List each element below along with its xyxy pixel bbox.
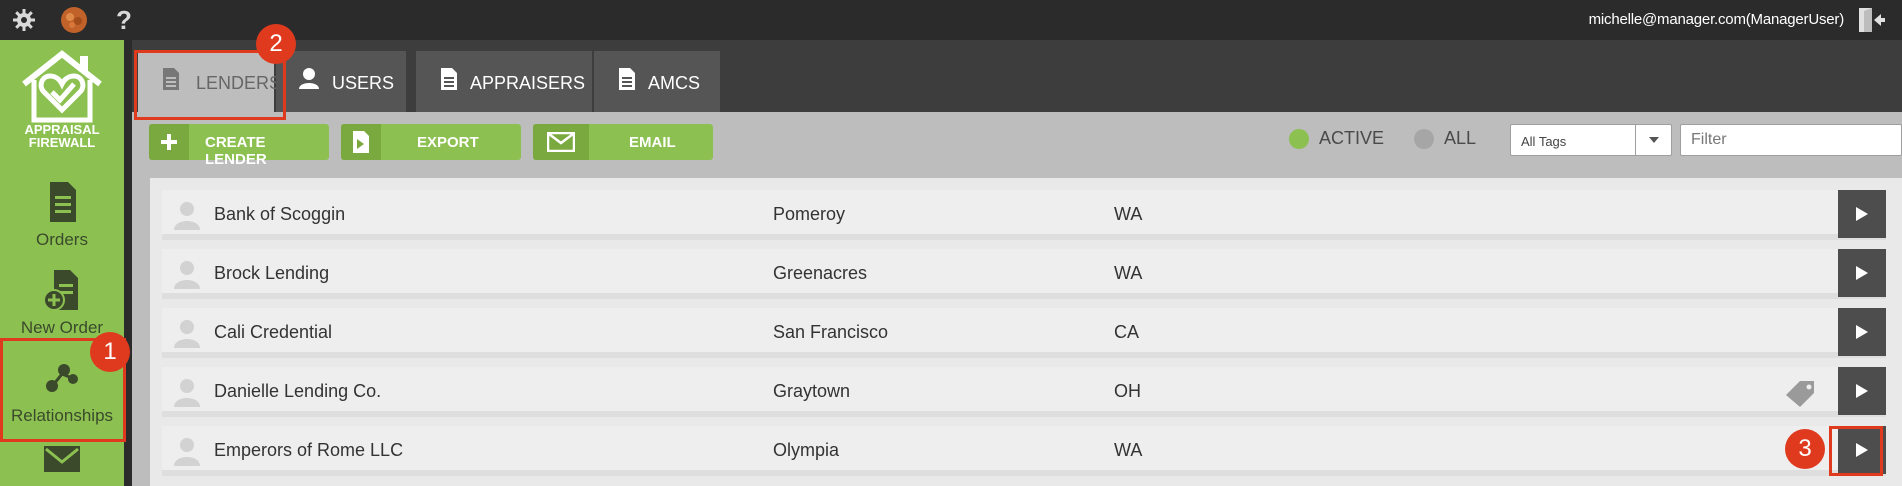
table-row[interactable]: Danielle Lending Co. Graytown OH [162,367,1886,417]
tab-amcs[interactable]: AMCS [594,51,720,112]
play-arrow-icon [1856,325,1868,339]
person-icon [174,438,200,466]
open-button[interactable] [1838,249,1886,297]
play-arrow-icon [1856,266,1868,280]
sidebar-item-new-order[interactable]: New Order [0,258,124,344]
lender-city: Graytown [773,381,851,401]
open-button[interactable] [1838,190,1886,238]
lender-city: Greenacres [773,263,868,283]
lender-name: Brock Lending [214,263,330,283]
create-lender-label: CREATE LENDER [205,134,267,168]
chevron-down-icon[interactable] [1635,125,1671,155]
gear-icon[interactable] [10,6,38,34]
lender-state: WA [1114,440,1143,460]
filter-input[interactable] [1680,124,1902,156]
open-button[interactable] [1838,367,1886,415]
export-label: EXPORT [417,134,479,151]
person-icon [174,379,200,407]
all-radio[interactable]: ALL [1414,128,1476,149]
active-radio-label: ACTIVE [1319,128,1385,148]
plus-icon [149,124,189,160]
new-order-icon [43,270,78,311]
lender-state: OH [1114,381,1141,401]
help-icon[interactable]: ? [110,5,138,35]
document-icon [441,68,457,90]
play-arrow-icon [1856,207,1868,221]
lender-city: Olympia [773,440,840,460]
table-row[interactable]: Emperors of Rome LLC Olympia WA [162,426,1886,476]
tab-label: APPRAISERS [470,73,586,93]
document-icon [50,182,76,222]
mail-icon [533,124,589,160]
tab-label: AMCS [648,73,701,93]
logo[interactable]: APPRAISAL FIREWALL [0,40,124,152]
user-label[interactable]: michelle@manager.com(ManagerUser) [1589,11,1845,28]
lender-state: WA [1114,204,1143,224]
active-radio-dot [1289,128,1309,149]
lender-state: CA [1114,322,1140,342]
lender-name: Cali Credential [214,322,333,342]
lender-list: Bank of Scoggin Pomeroy WA Brock Lending… [150,178,1902,486]
lender-name: Danielle Lending Co. [214,381,382,401]
tab-bar: LENDERS USERS APPRAISERS AMCS [132,40,1902,112]
active-radio[interactable]: ACTIVE [1289,128,1384,149]
lender-state: WA [1114,263,1143,283]
person-icon [174,320,200,348]
lender-city: San Francisco [773,322,889,342]
user-icon [299,68,319,89]
logout-icon[interactable] [1856,5,1886,35]
play-arrow-icon [1856,384,1868,398]
step-badge-2: 2 [256,24,296,64]
export-file-icon [341,124,381,160]
lender-name: Emperors of Rome LLC [214,440,404,460]
document-icon [619,68,635,90]
person-icon [174,261,200,289]
main-content: CREATE LENDER EXPORT EMAIL ACTIVE ALL Al… [132,112,1902,486]
step-badge-1: 1 [90,332,130,372]
person-icon [174,202,200,230]
lender-name: Bank of Scoggin [214,204,346,224]
tags-select-value: All Tags [1521,134,1567,149]
table-row[interactable]: Cali Credential San Francisco CA [162,308,1886,358]
logo-line2: FIREWALL [28,135,96,150]
all-radio-label: ALL [1444,128,1477,148]
house-heart-logo-icon [22,50,102,123]
tags-select[interactable]: All Tags [1510,124,1672,156]
tab-label: USERS [332,73,395,93]
avatar-image[interactable] [60,6,88,34]
highlight-open-button [1829,426,1883,476]
tab-users[interactable]: USERS [276,51,406,112]
all-radio-dot [1414,128,1434,149]
tab-appraisers[interactable]: APPRAISERS [416,51,592,112]
export-button[interactable]: EXPORT [341,124,521,160]
email-label: EMAIL [629,134,676,151]
open-button[interactable] [1838,308,1886,356]
step-badge-3: 3 [1785,429,1825,469]
table-row[interactable]: Brock Lending Greenacres WA [162,249,1886,299]
sidebar-item-label: Orders [36,230,88,249]
table-row[interactable]: Bank of Scoggin Pomeroy WA [162,190,1886,240]
lender-city: Pomeroy [773,204,846,224]
email-button[interactable]: EMAIL [533,124,713,160]
sidebar-item-orders[interactable]: Orders [0,170,124,256]
tag-icon[interactable] [1784,379,1818,407]
create-lender-button[interactable]: CREATE LENDER [149,124,329,168]
highlight-lenders-tab [134,50,286,120]
mail-icon [44,446,80,472]
